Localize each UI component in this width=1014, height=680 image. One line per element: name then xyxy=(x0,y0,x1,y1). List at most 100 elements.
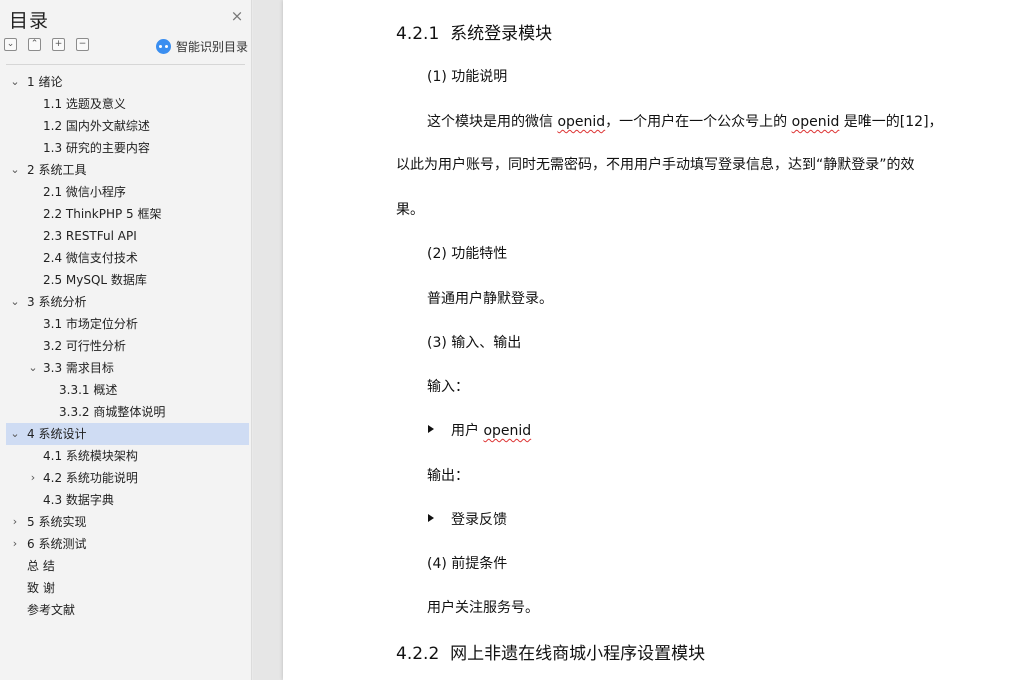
smart-toc-label: 智能识别目录 xyxy=(176,40,249,54)
toc-item-3-2[interactable]: 3.2 可行性分析 xyxy=(0,335,252,357)
smart-toc-button[interactable]: 智能识别目录 xyxy=(156,38,248,55)
toc-item-label: 3.1 市场定位分析 xyxy=(43,317,138,331)
toc-item-2-3[interactable]: 2.3 RESTFul API xyxy=(0,225,252,247)
toc-item-label: 2.4 微信支付技术 xyxy=(43,251,138,265)
toc-item-label: 1 绪论 xyxy=(27,75,63,89)
toc-item-label: 5 系统实现 xyxy=(27,515,87,529)
toc-item-label: 1.2 国内外文献综述 xyxy=(43,119,150,133)
toc-item-6[interactable]: › 6 系统测试 xyxy=(0,533,252,555)
toc-item-label: 2.2 ThinkPHP 5 框架 xyxy=(43,207,162,221)
toc-item-4[interactable]: ⌄ 4 系统设计 xyxy=(6,423,249,445)
toc-item-thanks[interactable]: 致 谢 xyxy=(0,577,252,599)
chevron-down-icon[interactable]: ⌄ xyxy=(10,291,20,313)
text-run: 用户 xyxy=(451,423,484,439)
toc-item-references[interactable]: 参考文献 xyxy=(0,599,252,621)
toc-item-label: 3.2 可行性分析 xyxy=(43,339,126,353)
toc-item-label: 3.3.1 概述 xyxy=(59,383,118,397)
toc-item-label: 6 系统测试 xyxy=(27,537,87,551)
toc-item-3-3-1[interactable]: 3.3.1 概述 xyxy=(0,379,252,401)
ai-assistant-icon xyxy=(156,39,171,54)
toc-item-label: 参考文献 xyxy=(27,603,76,617)
chevron-down-icon[interactable]: ⌄ xyxy=(10,159,20,181)
spellcheck-word: openid xyxy=(483,423,532,439)
paragraph-7: 用户关注服务号。 xyxy=(427,600,539,616)
toc-item-3-1[interactable]: 3.1 市场定位分析 xyxy=(0,313,252,335)
toc-item-3-3-2[interactable]: 3.3.2 商城整体说明 xyxy=(0,401,252,423)
toc-toolbar: ⌄ ⌃ + − xyxy=(4,38,100,54)
section-function-desc: (1) 功能说明 xyxy=(427,69,508,85)
toc-item-label: 2.1 微信小程序 xyxy=(43,185,126,199)
toc-item-label: 3.3 需求目标 xyxy=(43,361,114,375)
chevron-right-icon[interactable]: › xyxy=(10,533,20,555)
toc-item-label: 4.3 数据字典 xyxy=(43,493,114,507)
chevron-right-icon[interactable]: › xyxy=(10,511,20,533)
bullet-triangle-icon xyxy=(428,425,434,433)
heading-text: 系统登录模块 xyxy=(450,24,553,44)
heading-text: 网上非遗在线商城小程序设置模块 xyxy=(450,644,706,664)
toc-title: 目录 xyxy=(9,10,50,32)
toc-item-label: 4.1 系统模块架构 xyxy=(43,449,138,463)
toc-item-label: 1.3 研究的主要内容 xyxy=(43,141,150,155)
toc-item-1-1[interactable]: 1.1 选题及意义 xyxy=(0,93,252,115)
toc-item-summary[interactable]: 总 结 xyxy=(0,555,252,577)
chevron-down-icon[interactable]: ⌄ xyxy=(28,357,38,379)
toc-item-4-3[interactable]: 4.3 数据字典 xyxy=(0,489,252,511)
toc-item-label: 总 结 xyxy=(27,559,55,573)
heading-number: 4.2.1 xyxy=(396,24,440,44)
toc-item-label: 4.2 系统功能说明 xyxy=(43,471,138,485)
toc-item-label: 4 系统设计 xyxy=(27,427,87,441)
text-run: ，一个用户在一个公众号上的 xyxy=(605,114,792,130)
heading-4-2-1: 4.2.1 系统登录模块 xyxy=(396,19,552,44)
heading-number: 4.2.2 xyxy=(396,644,440,664)
bullet-item-2: 登录反馈 xyxy=(451,512,507,528)
chevron-right-icon[interactable]: › xyxy=(28,467,38,489)
text-run: 是唯一的[12]， xyxy=(839,114,943,130)
toc-list: ⌄ 1 绪论 1.1 选题及意义 1.2 国内外文献综述 1.3 研究的主要内容 … xyxy=(0,71,252,621)
section-features: (2) 功能特性 xyxy=(427,246,508,262)
expand-all-icon[interactable]: ⌃ xyxy=(28,38,41,51)
toc-item-2-1[interactable]: 2.1 微信小程序 xyxy=(0,181,252,203)
toc-item-label: 3 系统分析 xyxy=(27,295,87,309)
paragraph-1: 这个模块是用的微信 openid，一个用户在一个公众号上的 openid 是唯一… xyxy=(427,111,943,131)
document-page[interactable] xyxy=(283,0,1014,680)
section-precondition: (4) 前提条件 xyxy=(427,556,508,572)
remove-heading-icon[interactable]: − xyxy=(76,38,89,51)
collapse-all-icon[interactable]: ⌄ xyxy=(4,38,17,51)
toc-item-label: 2.3 RESTFul API xyxy=(43,229,137,243)
toc-item-5[interactable]: › 5 系统实现 xyxy=(0,511,252,533)
toc-item-1-3[interactable]: 1.3 研究的主要内容 xyxy=(0,137,252,159)
section-io: (3) 输入、输出 xyxy=(427,335,522,351)
toc-item-label: 1.1 选题及意义 xyxy=(43,97,126,111)
toc-item-label: 2 系统工具 xyxy=(27,163,87,177)
paragraph-input: 输入： xyxy=(427,379,469,395)
toc-divider xyxy=(6,64,245,65)
toc-item-2-2[interactable]: 2.2 ThinkPHP 5 框架 xyxy=(0,203,252,225)
toc-item-label: 致 谢 xyxy=(27,581,55,595)
spellcheck-word: openid xyxy=(557,114,606,130)
paragraph-output: 输出： xyxy=(427,468,469,484)
text-run: 这个模块是用的微信 xyxy=(427,114,558,130)
heading-4-2-2: 4.2.2 网上非遗在线商城小程序设置模块 xyxy=(396,639,705,664)
toc-item-1-2[interactable]: 1.2 国内外文献综述 xyxy=(0,115,252,137)
toc-item-1[interactable]: ⌄ 1 绪论 xyxy=(0,71,252,93)
bullet-triangle-icon xyxy=(428,514,434,522)
spellcheck-word: openid xyxy=(791,114,840,130)
paragraph-2: 以此为用户账号，同时无需密码，不用用户手动填写登录信息，达到“静默登录”的效 xyxy=(396,157,915,173)
chevron-down-icon[interactable]: ⌄ xyxy=(10,71,20,93)
toc-item-2-4[interactable]: 2.4 微信支付技术 xyxy=(0,247,252,269)
toc-item-3[interactable]: ⌄ 3 系统分析 xyxy=(0,291,252,313)
close-icon[interactable]: × xyxy=(229,8,245,24)
toc-sidebar: 目录 × ⌄ ⌃ + − 智能识别目录 ⌄ 1 绪论 1.1 选题及意义 1.2 … xyxy=(0,0,252,680)
toc-item-label: 2.5 MySQL 数据库 xyxy=(43,273,147,287)
toc-item-2-5[interactable]: 2.5 MySQL 数据库 xyxy=(0,269,252,291)
add-heading-icon[interactable]: + xyxy=(52,38,65,51)
toc-item-4-1[interactable]: 4.1 系统模块架构 xyxy=(0,445,252,467)
toc-item-2[interactable]: ⌄ 2 系统工具 xyxy=(0,159,252,181)
chevron-down-icon[interactable]: ⌄ xyxy=(10,423,20,445)
paragraph-4: 普通用户静默登录。 xyxy=(427,291,553,307)
paragraph-3: 果。 xyxy=(396,202,424,218)
toc-item-3-3[interactable]: ⌄ 3.3 需求目标 xyxy=(0,357,252,379)
toc-item-label: 3.3.2 商城整体说明 xyxy=(59,405,166,419)
bullet-item-1: 用户 openid xyxy=(451,420,531,440)
toc-item-4-2[interactable]: › 4.2 系统功能说明 xyxy=(0,467,252,489)
